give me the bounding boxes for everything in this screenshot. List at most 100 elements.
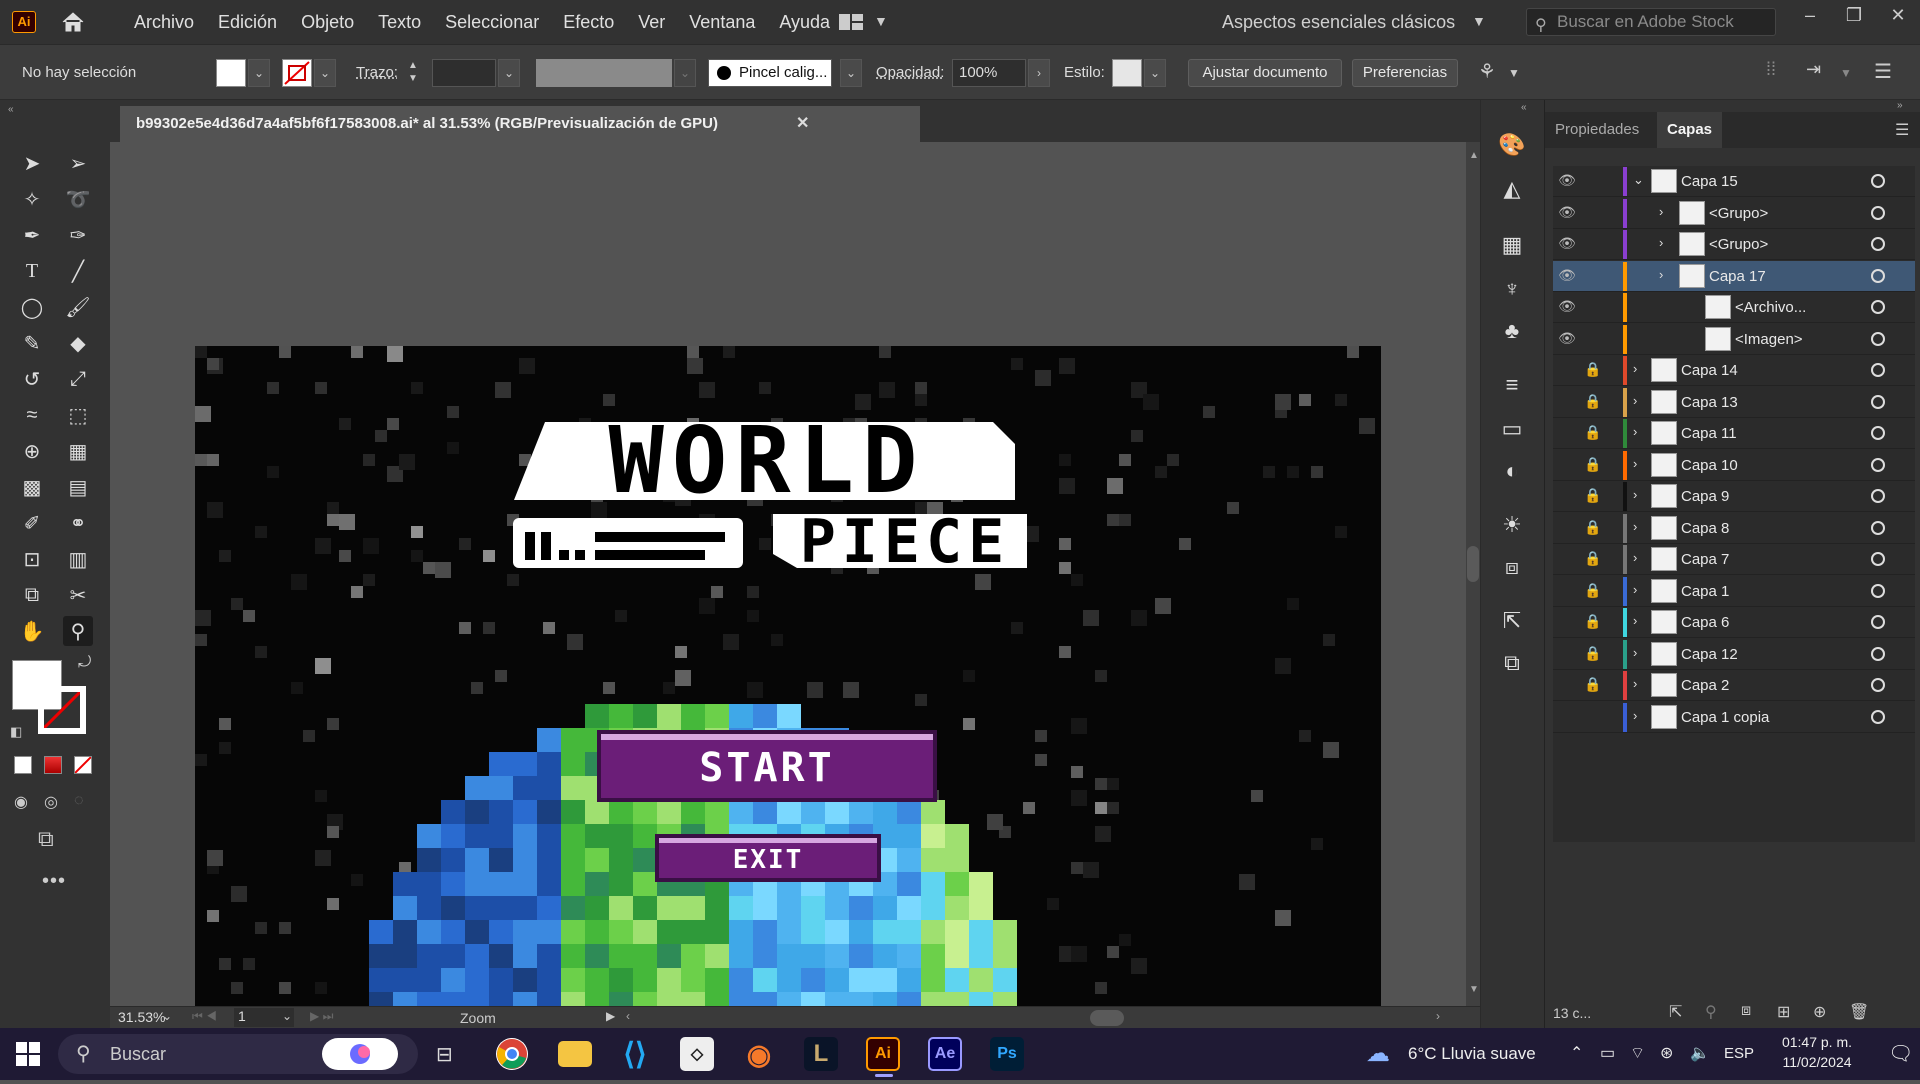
status-menu-icon[interactable]: ▶: [606, 1009, 615, 1023]
workspace-switcher[interactable]: Aspectos esenciales clásicos: [1222, 0, 1455, 44]
lock-icon[interactable]: 🔒: [1583, 487, 1603, 504]
color-guide-icon[interactable]: ◭: [1497, 174, 1527, 204]
layer-row[interactable]: 🔒 › Capa 13: [1553, 387, 1915, 418]
layer-row[interactable]: 🔒 › Capa 6: [1553, 607, 1915, 638]
new-sublayer-icon[interactable]: ⊞: [1777, 1002, 1790, 1022]
clipping-mask-icon[interactable]: ⧈: [1741, 1002, 1751, 1020]
free-transform-icon[interactable]: ⬚: [63, 400, 93, 430]
target-circle-icon[interactable]: [1871, 300, 1885, 314]
target-circle-icon[interactable]: [1871, 678, 1885, 692]
menu-5[interactable]: Efecto: [551, 0, 626, 44]
layer-name[interactable]: Capa 14: [1681, 362, 1738, 379]
gradient-panel-icon[interactable]: ▭: [1497, 414, 1527, 444]
artboard-dropdown-icon[interactable]: ⌄: [282, 1009, 292, 1023]
illustrator-app-icon[interactable]: Ai: [866, 1037, 900, 1071]
lock-icon[interactable]: 🔒: [1583, 424, 1603, 441]
arrange-documents-icon[interactable]: [838, 12, 864, 32]
chevron-down-icon[interactable]: ▼: [1840, 59, 1854, 87]
opacity-field[interactable]: 100%: [952, 59, 1026, 87]
canvas-area[interactable]: WORLD PIECE START EXIT: [110, 142, 1466, 1006]
chevron-right-icon[interactable]: ›: [1633, 645, 1637, 660]
layer-row[interactable]: › Capa 1 copia: [1553, 702, 1915, 733]
menu-2[interactable]: Objeto: [289, 0, 366, 44]
visibility-eye-icon[interactable]: 👁: [1557, 330, 1577, 347]
layer-row[interactable]: 🔒 › Capa 12: [1553, 639, 1915, 670]
wifi-icon[interactable]: ⊛: [1660, 1028, 1673, 1080]
weather-text[interactable]: 6°C Lluvia suave: [1408, 1028, 1536, 1080]
menu-3[interactable]: Texto: [366, 0, 433, 44]
opacity-arrow[interactable]: ›: [1028, 59, 1050, 87]
target-circle-icon[interactable]: [1871, 268, 1885, 283]
target-circle-icon[interactable]: [1871, 174, 1885, 188]
draw-normal-icon[interactable]: ◉: [14, 792, 28, 812]
mesh-tool-icon[interactable]: ▩: [17, 472, 47, 502]
photoshop-icon[interactable]: Ps: [990, 1037, 1024, 1071]
paintbrush-icon[interactable]: 🖌: [63, 292, 93, 322]
scale-tool-icon[interactable]: ⤢: [63, 364, 93, 394]
document-tab[interactable]: b99302e5e4d36d7a4af5bf6f17583008.ai* al …: [120, 106, 920, 142]
chevron-down-icon[interactable]: ⌄: [1633, 172, 1644, 188]
menu-1[interactable]: Edición: [206, 0, 289, 44]
menu-4[interactable]: Seleccionar: [433, 0, 551, 44]
lock-icon[interactable]: 🔒: [1583, 676, 1603, 693]
delete-layer-icon[interactable]: 🗑: [1849, 1002, 1869, 1022]
layer-name[interactable]: Capa 12: [1681, 646, 1738, 663]
target-circle-icon[interactable]: [1871, 394, 1885, 409]
blender-icon[interactable]: ◉: [742, 1037, 776, 1071]
new-layer-icon[interactable]: ⊕: [1813, 1002, 1826, 1022]
stroke-stepper[interactable]: ▲ ▼: [408, 59, 428, 87]
home-icon[interactable]: [60, 10, 86, 34]
network-icon[interactable]: ⌔: [1630, 1028, 1645, 1080]
close-tab-icon[interactable]: ✕: [796, 106, 809, 142]
target-circle-icon[interactable]: [1871, 426, 1885, 440]
none-mode-icon[interactable]: [74, 756, 92, 774]
notifications-icon[interactable]: 🗨: [1888, 1028, 1913, 1080]
chevron-down-icon[interactable]: ▼: [874, 13, 888, 29]
layer-name[interactable]: Capa 13: [1681, 394, 1738, 411]
chevron-right-icon[interactable]: ›: [1633, 676, 1637, 691]
rotate-tool-icon[interactable]: ↺: [17, 364, 47, 394]
symbols-icon[interactable]: ♣: [1497, 316, 1527, 346]
chevron-right-icon[interactable]: ›: [1633, 708, 1637, 723]
target-circle-icon[interactable]: [1871, 646, 1885, 661]
weather-icon[interactable]: ☁: [1366, 1028, 1390, 1080]
lasso-icon[interactable]: ➰: [63, 184, 93, 214]
export-assets-icon[interactable]: ⇱: [1669, 1002, 1682, 1022]
vertical-scrollbar[interactable]: ▲ ▼: [1466, 142, 1480, 1006]
chevron-right-icon[interactable]: ›: [1633, 424, 1637, 439]
blend-tool-icon[interactable]: ⚭: [63, 508, 93, 538]
layer-row[interactable]: 👁 › <Grupo>: [1553, 198, 1915, 229]
first-artboard-icon[interactable]: ⏮ ◀: [192, 1009, 217, 1024]
selection-tool-icon[interactable]: ➤: [17, 148, 47, 178]
layer-name[interactable]: Capa 11: [1681, 425, 1737, 442]
opacity-label[interactable]: Opacidad:: [876, 59, 944, 87]
target-circle-icon[interactable]: [1871, 237, 1885, 251]
minimize-button[interactable]: –: [1790, 0, 1830, 32]
perspective-grid-icon[interactable]: ▦: [63, 436, 93, 466]
layer-row[interactable]: 👁 › Capa 17: [1553, 260, 1915, 292]
lock-icon[interactable]: 🔒: [1583, 645, 1603, 662]
draw-behind-icon[interactable]: ◎: [44, 792, 58, 812]
visibility-eye-icon[interactable]: 👁: [1557, 204, 1577, 221]
pen-tool-icon[interactable]: ✒: [17, 220, 47, 250]
layer-row[interactable]: 🔒 › Capa 10: [1553, 450, 1915, 481]
chevron-right-icon[interactable]: ›: [1659, 235, 1663, 250]
collapse-icon[interactable]: »: [1897, 100, 1903, 111]
zoom-dropdown-icon[interactable]: ⌄: [162, 1009, 172, 1023]
appearance-icon[interactable]: ☀: [1497, 510, 1527, 540]
screen-mode-icon[interactable]: ⧉: [38, 826, 54, 852]
layer-name[interactable]: <Grupo>: [1709, 205, 1768, 222]
lock-icon[interactable]: 🔒: [1583, 613, 1603, 630]
layer-name[interactable]: <Grupo>: [1709, 236, 1768, 253]
artboards-icon[interactable]: ⧉: [1497, 648, 1527, 678]
fill-dropdown[interactable]: ⌄: [248, 59, 270, 87]
chevron-right-icon[interactable]: ›: [1633, 487, 1637, 502]
lock-icon[interactable]: 🔒: [1583, 550, 1603, 567]
target-circle-icon[interactable]: [1871, 457, 1885, 472]
tab-layers[interactable]: Capas: [1657, 112, 1723, 148]
shaper-tool-icon[interactable]: ✎: [17, 328, 47, 358]
type-tool-icon[interactable]: T: [17, 256, 47, 286]
unity-icon[interactable]: ◇: [680, 1037, 714, 1071]
lock-icon[interactable]: 🔒: [1583, 361, 1603, 378]
chevron-right-icon[interactable]: ›: [1633, 456, 1637, 471]
